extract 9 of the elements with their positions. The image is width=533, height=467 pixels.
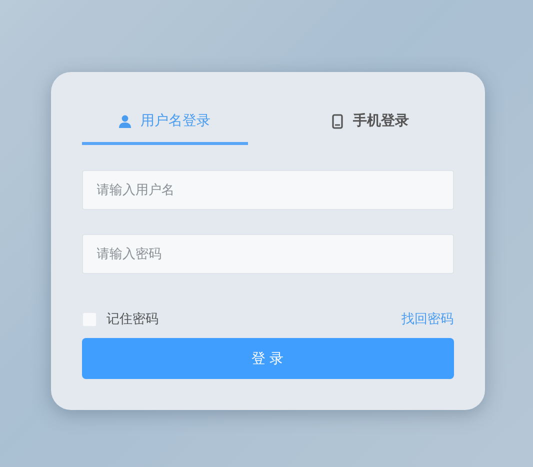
login-tab[interactable]: 用户名登录 bbox=[82, 100, 248, 145]
login-tab[interactable]: 手机登录 bbox=[288, 100, 454, 145]
login-button[interactable]: 登 录 bbox=[82, 338, 454, 379]
username-field[interactable]: 请输入用户名 bbox=[82, 170, 454, 210]
remember-label: 记住密码 bbox=[106, 311, 158, 328]
user-icon bbox=[118, 114, 130, 128]
password-field[interactable]: 请输入密码 bbox=[82, 234, 454, 274]
phone-icon bbox=[332, 114, 343, 128]
forgot-password-link[interactable]: 找回密码 bbox=[402, 310, 454, 328]
